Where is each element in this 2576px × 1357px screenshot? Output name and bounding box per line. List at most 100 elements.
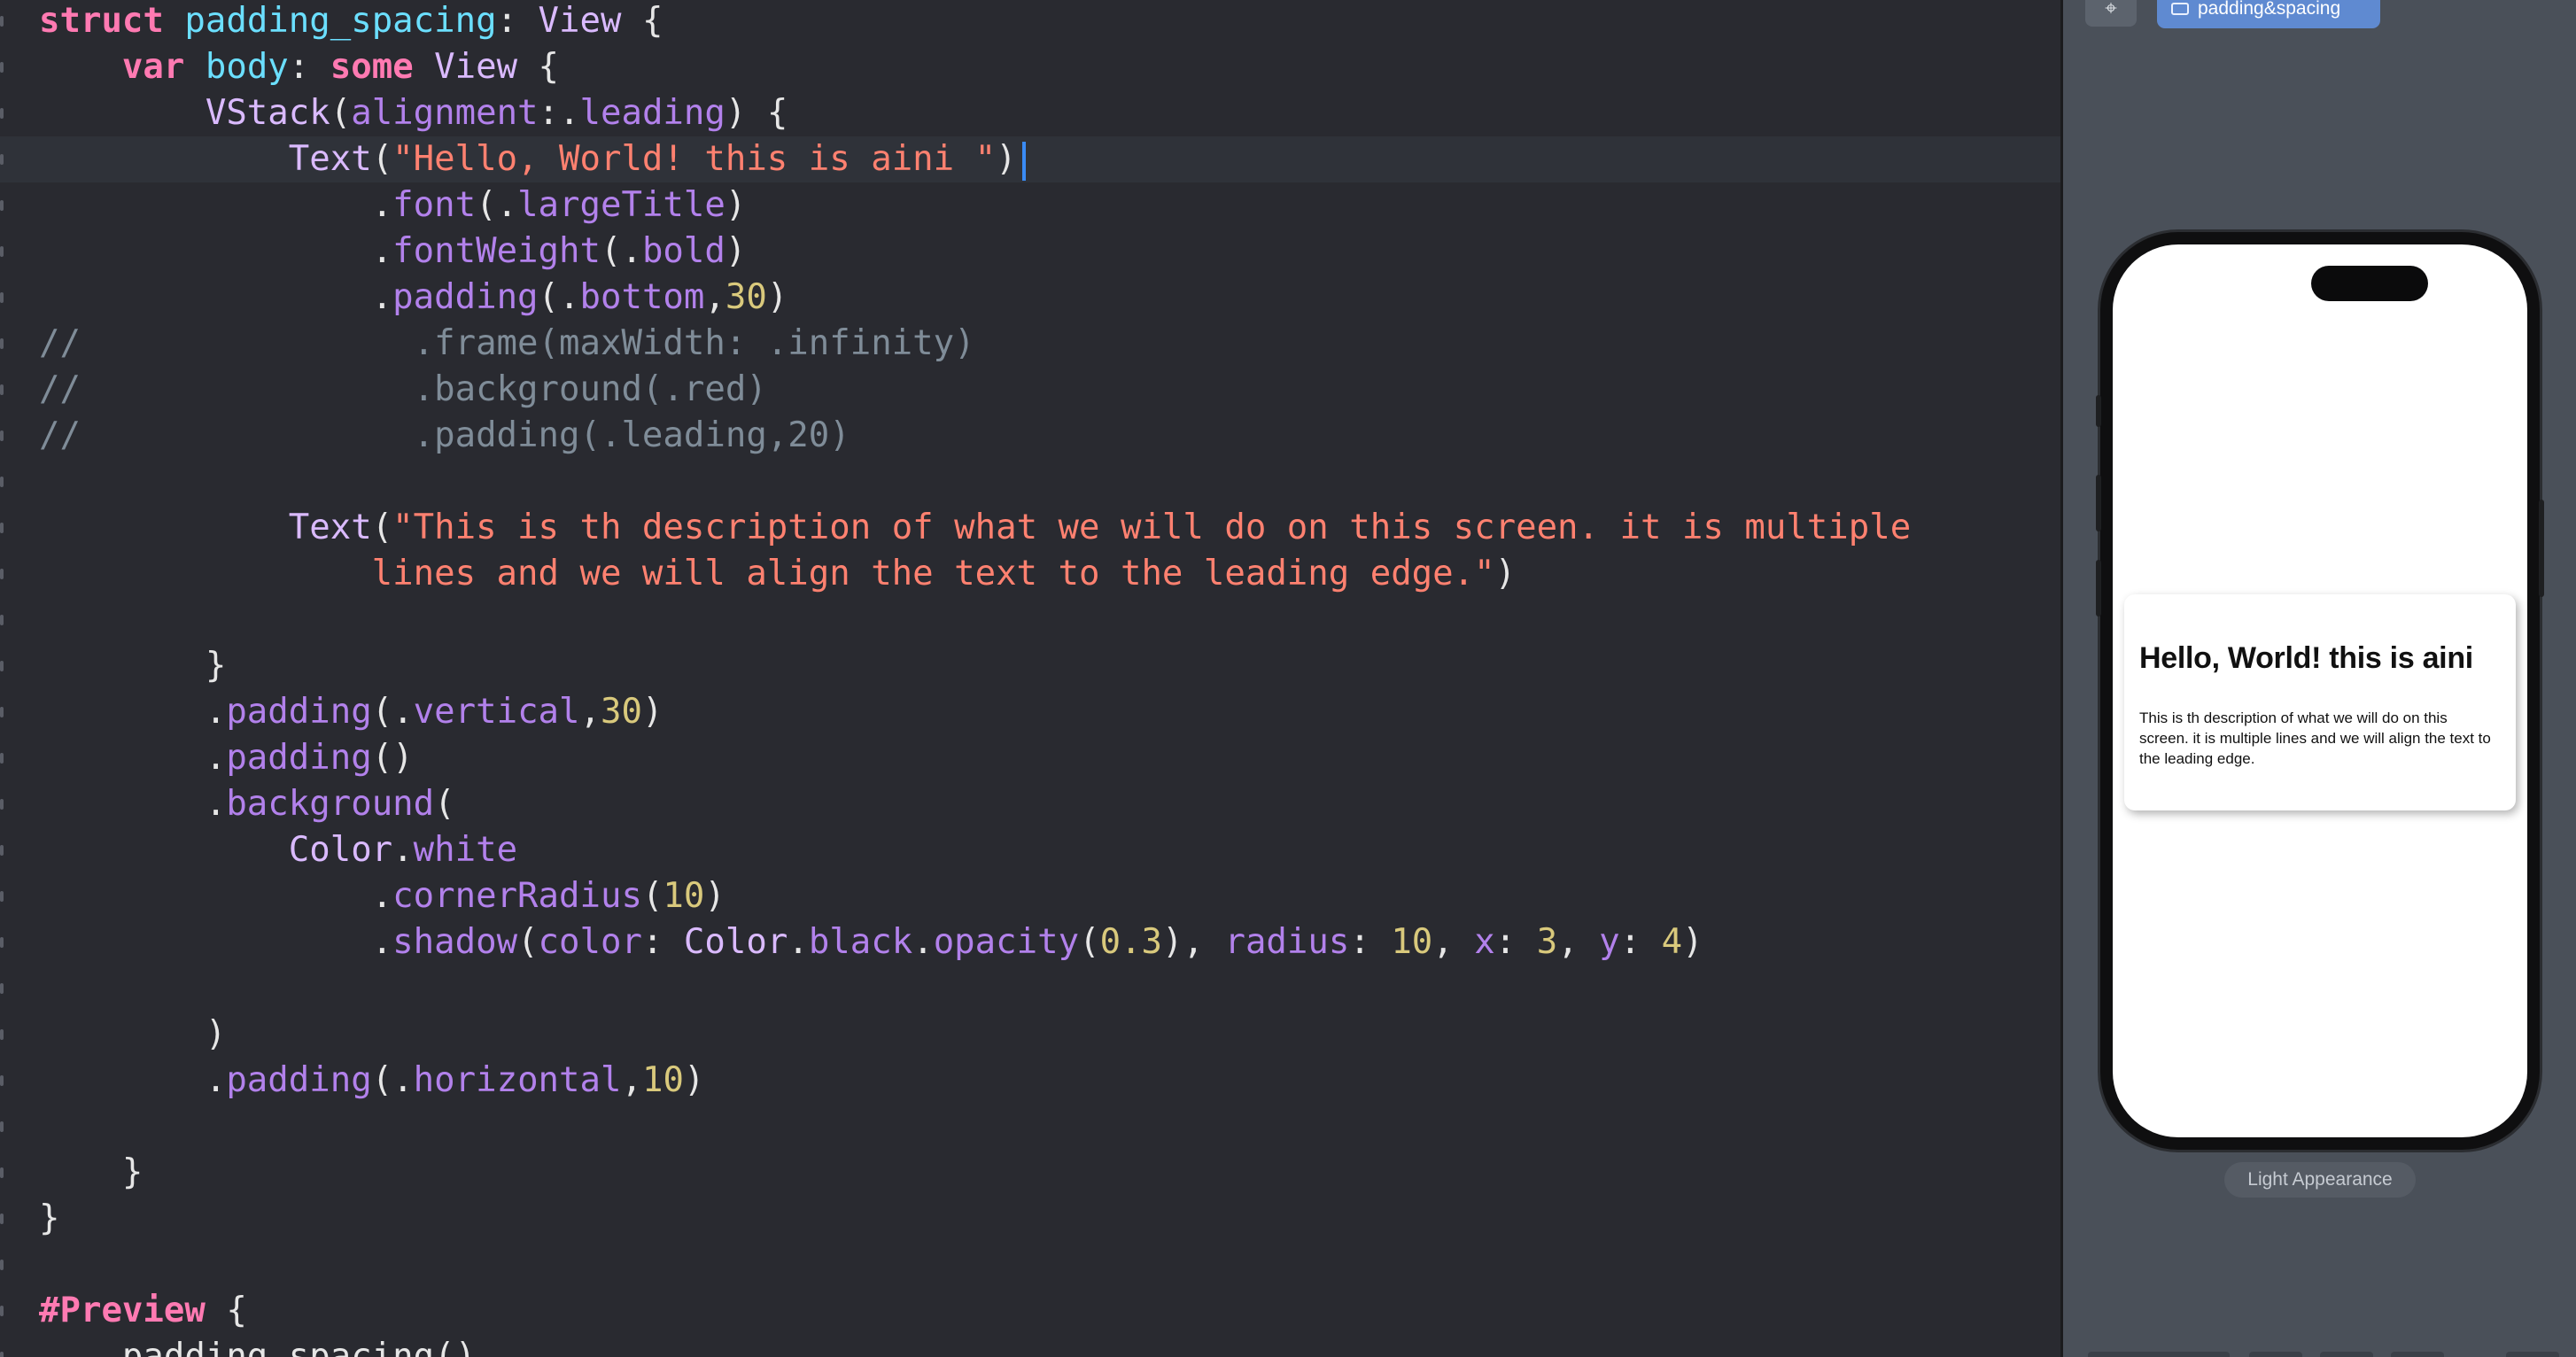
code-token: , [579, 692, 601, 732]
code-token: opacity [933, 922, 1080, 962]
code-line[interactable]: Text("Hello, World! this is aini ") [0, 136, 2060, 182]
code-line[interactable]: .padding(.horizontal,10) [0, 1058, 2060, 1104]
code-line[interactable] [0, 597, 2060, 643]
preview-canvas: ⌖ padding&spacing Hello, World! this is … [2063, 0, 2576, 1357]
code-line[interactable]: // .frame(maxWidth: .infinity) [0, 321, 2060, 367]
code-token: . [788, 922, 809, 962]
canvas-bottom-control[interactable] [2506, 1352, 2559, 1357]
code-token: . [39, 185, 393, 225]
code-line[interactable]: lines and we will align the text to the … [0, 551, 2060, 597]
preview-tab[interactable]: padding&spacing [2157, 0, 2380, 28]
code-token: . [39, 738, 227, 778]
code-token: { [517, 47, 560, 87]
code-token: 0.3 [1099, 922, 1163, 962]
code-line[interactable]: // .padding(.leading,20) [0, 413, 2060, 459]
code-line[interactable]: } [0, 1150, 2060, 1196]
code-text: .font(.largeTitle) [39, 182, 747, 229]
code-line[interactable]: .cornerRadius(10) [0, 873, 2060, 919]
code-token: ( [371, 139, 393, 179]
canvas-bottom-control[interactable] [2391, 1352, 2444, 1357]
code-line[interactable] [0, 459, 2060, 505]
code-token: . [39, 692, 227, 732]
gutter-marker [0, 1214, 4, 1224]
code-token: (. [600, 231, 642, 271]
code-line[interactable]: .background( [0, 781, 2060, 827]
code-line[interactable]: .padding() [0, 735, 2060, 781]
code-token: #Preview [39, 1291, 206, 1330]
code-token: leading [579, 93, 725, 133]
code-line[interactable]: .padding(.bottom,30) [0, 275, 2060, 321]
code-token: (. [476, 185, 518, 225]
volume-down-button [2096, 560, 2101, 616]
canvas-bottom-control[interactable] [2320, 1352, 2373, 1357]
code-token: ) [39, 1014, 227, 1054]
code-token: . [39, 876, 393, 916]
gutter-marker [0, 292, 4, 303]
gutter-marker [0, 707, 4, 717]
code-text: } [39, 643, 227, 689]
gutter-marker [0, 338, 4, 349]
code-line[interactable]: VStack(alignment:.leading) { [0, 90, 2060, 136]
window-icon [2171, 3, 2189, 15]
code-line[interactable]: struct padding_spacing: View { [0, 0, 2060, 44]
code-token: , [704, 277, 725, 317]
code-line[interactable]: #Preview { [0, 1288, 2060, 1334]
preview-tab-label: padding&spacing [2198, 0, 2341, 19]
gutter-marker [0, 569, 4, 579]
code-line[interactable]: // .background(.red) [0, 367, 2060, 413]
code-line[interactable]: Color.white [0, 827, 2060, 873]
code-line[interactable]: var body: some View { [0, 44, 2060, 90]
code-token: : [288, 47, 330, 87]
code-line[interactable]: padding_spacing() [0, 1334, 2060, 1357]
code-line[interactable]: .padding(.vertical,30) [0, 689, 2060, 735]
code-line[interactable]: ) [0, 1012, 2060, 1058]
code-line[interactable]: } [0, 1196, 2060, 1242]
code-line[interactable]: Text("This is th description of what we … [0, 505, 2060, 551]
code-line[interactable]: } [0, 643, 2060, 689]
code-text: VStack(alignment:.leading) { [39, 90, 788, 136]
code-line[interactable]: .font(.largeTitle) [0, 182, 2060, 229]
code-line[interactable] [0, 965, 2060, 1012]
code-line[interactable] [0, 1104, 2060, 1150]
code-text: ) [39, 1012, 227, 1058]
code-token: padding [226, 738, 372, 778]
code-token: Text [288, 139, 372, 179]
code-token: alignment [351, 93, 539, 133]
code-text: .padding(.vertical,30) [39, 689, 663, 735]
gutter-marker [0, 62, 4, 73]
code-token: largeTitle [517, 185, 725, 225]
pin-preview-button[interactable]: ⌖ [2085, 0, 2137, 27]
code-token: y [1599, 922, 1620, 962]
gutter-marker [0, 1306, 4, 1316]
code-text: .padding(.horizontal,10) [39, 1058, 705, 1104]
code-line[interactable]: .shadow(color: Color.black.opacity(0.3),… [0, 919, 2060, 965]
gutter-marker [0, 523, 4, 533]
code-token: } [39, 1198, 60, 1238]
code-line[interactable] [0, 1242, 2060, 1288]
code-token: ) [641, 692, 663, 732]
appearance-label[interactable]: Light Appearance [2224, 1162, 2416, 1198]
canvas-bottom-control[interactable] [2249, 1352, 2302, 1357]
gutter-marker [0, 891, 4, 902]
code-token: // .frame(maxWidth: .infinity) [39, 323, 975, 363]
pin-icon: ⌖ [2105, 0, 2117, 20]
code-token: lines and we will align the text to the … [39, 554, 1495, 593]
gutter-marker [0, 983, 4, 994]
code-token: ( [517, 922, 539, 962]
code-text: } [39, 1150, 144, 1196]
code-token: (. [538, 277, 580, 317]
gutter-marker [0, 615, 4, 625]
gutter-marker [0, 108, 4, 119]
code-editor[interactable]: struct padding_spacing: View { var body:… [0, 0, 2060, 1357]
text-cursor [1021, 141, 1026, 181]
code-text: lines and we will align the text to the … [39, 551, 1516, 597]
code-token: "This is th description of what we will … [392, 508, 1912, 547]
code-token: : [496, 1, 539, 41]
gutter-marker [0, 1121, 4, 1132]
code-token: // .padding(.leading,20) [39, 415, 850, 455]
canvas-bottom-control[interactable] [2088, 1352, 2230, 1357]
gutter-marker [0, 661, 4, 671]
code-line[interactable]: .fontWeight(.bold) [0, 229, 2060, 275]
code-text: // .padding(.leading,20) [39, 413, 850, 459]
